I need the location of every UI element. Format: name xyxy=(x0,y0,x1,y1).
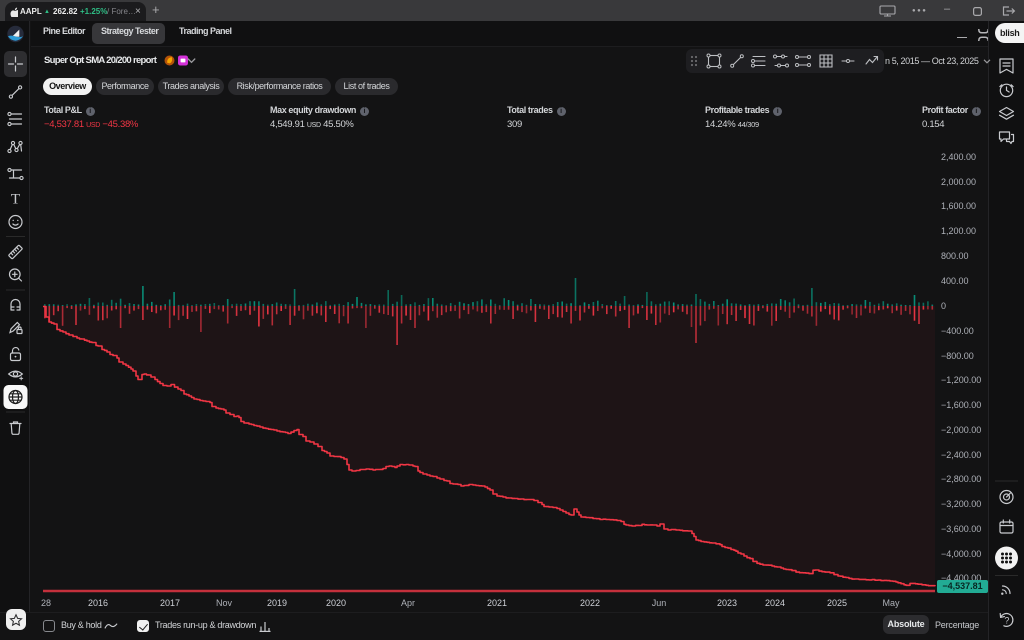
svg-text:T: T xyxy=(11,192,20,208)
svg-text:?: ? xyxy=(1004,616,1009,626)
